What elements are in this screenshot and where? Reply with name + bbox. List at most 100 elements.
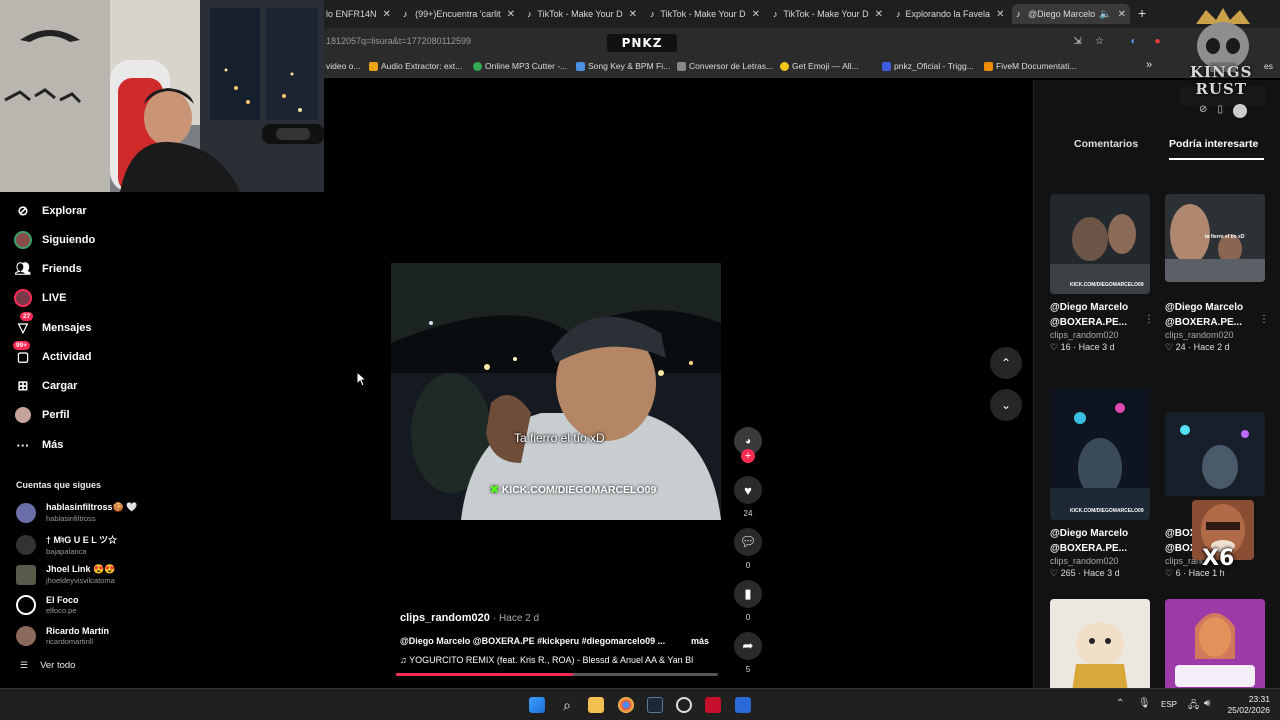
obs-icon[interactable] bbox=[676, 697, 692, 713]
multiplier-text: X6 bbox=[1202, 546, 1235, 571]
more-button[interactable]: más bbox=[691, 636, 709, 646]
app-icon[interactable] bbox=[705, 697, 721, 713]
bookmark-favicon-icon bbox=[369, 61, 378, 71]
tab-comentarios[interactable]: Comentarios bbox=[1074, 138, 1138, 150]
tab-2[interactable]: ♪ (99+)Encuentra 'carlit ✕ bbox=[403, 4, 515, 24]
chrome-icon[interactable] bbox=[618, 697, 634, 713]
bookmark-item[interactable]: Song Key & BPM Fi... bbox=[576, 61, 670, 71]
bookmark-item[interactable]: FiveM Documentati... bbox=[984, 61, 1076, 71]
account-handle: elfoco.pe bbox=[46, 606, 77, 615]
follow-plus-icon[interactable]: + bbox=[741, 449, 755, 463]
nav-cargar[interactable]: ⊞ Cargar bbox=[14, 377, 78, 395]
bookmark-item[interactable]: pnkz_Oficial - Trigg... bbox=[882, 61, 974, 71]
extension-record-icon[interactable]: ● bbox=[1152, 36, 1163, 47]
activity-badge: 99+ bbox=[13, 341, 31, 350]
profile-avatar[interactable] bbox=[1232, 104, 1247, 118]
previous-video-button[interactable]: ⌃ bbox=[990, 347, 1022, 379]
system-clock[interactable]: 23:31 25/02/2026 bbox=[1227, 694, 1270, 716]
bookmark-star-icon[interactable]: ☆ bbox=[1094, 36, 1105, 47]
recommended-video-card[interactable] bbox=[1050, 599, 1150, 692]
install-icon[interactable]: ⇲ bbox=[1072, 36, 1083, 47]
nav-live[interactable]: LIVE bbox=[14, 289, 66, 307]
tab-podria-interesarte[interactable]: Podría interesarte bbox=[1169, 138, 1258, 150]
see-all-button[interactable]: ☰ Ver todo bbox=[20, 660, 75, 671]
followed-account[interactable]: Ricardo Martín ricardomartinll bbox=[16, 626, 109, 646]
tiktok-icon: ♪ bbox=[773, 8, 778, 19]
live-icon bbox=[14, 289, 32, 307]
close-tab-icon[interactable]: ✕ bbox=[383, 9, 391, 20]
bookmark-item[interactable]: Conversor de Letras... bbox=[677, 61, 773, 71]
nav-explorar[interactable]: ⊘ Explorar bbox=[14, 202, 87, 220]
music-title[interactable]: ♫ YOGURCITO REMIX (feat. Kris R., ROA) -… bbox=[400, 655, 712, 665]
tab-3[interactable]: ♪ TikTok - Make Your D ✕ bbox=[527, 4, 637, 24]
tab-5[interactable]: ♪ TikTok - Make Your D ✕ bbox=[773, 4, 883, 24]
video-progress-bar[interactable] bbox=[396, 673, 718, 676]
like-button[interactable]: ♥ 24 bbox=[734, 476, 762, 518]
bookmark-item[interactable]: Online MP3 Cutter -... bbox=[473, 61, 567, 71]
nav-perfil[interactable]: Perfil bbox=[14, 406, 70, 424]
video-thumbnail bbox=[1165, 599, 1265, 692]
recommended-video-card[interactable]: KICK.COM/DIEGOMARCELO09 @Diego Marcelo @B… bbox=[1050, 388, 1150, 579]
microphone-icon[interactable]: 🎙︎ bbox=[1138, 698, 1151, 709]
messages-badge: 27 bbox=[20, 312, 34, 321]
thumbnail-caption: ta fierro el tío xD bbox=[1205, 234, 1245, 240]
activity-icon: ▢ 99+ bbox=[13, 341, 32, 366]
tab-active[interactable]: ♪ @Diego Marcelo 🔈 ✕ bbox=[1012, 4, 1130, 24]
tab-4[interactable]: ♪ TikTok - Make Your D ✕ bbox=[650, 4, 760, 24]
creator-avatar-button[interactable]: ◕ + bbox=[734, 427, 762, 463]
bookmark-item[interactable]: video o... bbox=[326, 61, 361, 71]
followed-account[interactable]: † M♮G U E L ツ☆ bajapalanca bbox=[16, 533, 117, 556]
tray-chevron-icon[interactable]: ⌃ bbox=[1116, 698, 1124, 709]
search-icon[interactable]: ⌕ bbox=[559, 697, 575, 713]
network-icon[interactable]: 🖧︎ bbox=[1188, 698, 1199, 715]
close-tab-icon[interactable]: ✕ bbox=[752, 9, 760, 20]
followed-account[interactable]: hablasinfiltross🍪 🤍 hablasinfiltross bbox=[16, 502, 137, 523]
file-explorer-icon[interactable] bbox=[588, 697, 604, 713]
followed-account[interactable]: Jhoel Link 😍😍 jhoeldeyvisvilcatoma bbox=[16, 564, 115, 585]
see-all-label: Ver todo bbox=[40, 660, 76, 671]
tab-1[interactable]: lo ENFR14N ✕ bbox=[326, 4, 394, 24]
extension-icon[interactable]: ◐ bbox=[1128, 36, 1139, 47]
followed-account[interactable]: El Foco elfoco.pe bbox=[16, 595, 79, 615]
compass-small-icon[interactable]: ⊘ bbox=[1199, 104, 1207, 120]
video-author[interactable]: clips_random020 · Hace 2 d bbox=[400, 612, 539, 624]
close-tab-icon[interactable]: ✕ bbox=[507, 9, 515, 20]
url-text[interactable]: 1812057q=lisura&t=1772080112599 bbox=[326, 36, 471, 46]
speaker-icon[interactable]: 🔈 bbox=[1099, 9, 1111, 20]
save-button[interactable]: ▮ 0 bbox=[734, 580, 762, 622]
nav-mensajes[interactable]: ▽ 27 Mensajes bbox=[14, 312, 92, 337]
volume-icon[interactable]: 🔊︎ bbox=[1204, 698, 1210, 709]
account-name: † M♮G U E L ツ☆ bbox=[46, 535, 118, 545]
share-button[interactable]: ➦ 5 bbox=[734, 632, 762, 674]
language-indicator[interactable]: ESP bbox=[1161, 700, 1177, 709]
more-options-icon[interactable]: ⋮ bbox=[1144, 314, 1154, 325]
close-tab-icon[interactable]: ✕ bbox=[1118, 9, 1126, 20]
bookmark-item[interactable]: Get Emoji — All... bbox=[780, 61, 859, 71]
close-tab-icon[interactable]: ✕ bbox=[629, 9, 637, 20]
comment-button[interactable]: 💬︎ 0 bbox=[734, 528, 762, 570]
recommended-video-card[interactable] bbox=[1165, 599, 1265, 692]
tab-6[interactable]: ♪ Explorando la Favela ✕ bbox=[896, 4, 1004, 24]
new-tab-button[interactable]: + bbox=[1138, 5, 1146, 21]
close-tab-icon[interactable]: ✕ bbox=[875, 9, 883, 20]
bookmarks-overflow-button[interactable]: » bbox=[1146, 59, 1152, 71]
more-options-icon[interactable]: ⋮ bbox=[1259, 314, 1269, 325]
nav-siguiendo[interactable]: Siguiendo bbox=[14, 231, 95, 249]
thumbnail-image bbox=[1050, 599, 1150, 692]
bookmark-item[interactable]: Audio Extractor: ext... bbox=[369, 61, 462, 71]
address-bar: 1812057q=lisura&t=1772080112599 PNKZ ⇲ ☆… bbox=[324, 28, 1280, 56]
close-tab-icon[interactable]: ✕ bbox=[996, 9, 1004, 20]
calculator-icon[interactable] bbox=[735, 697, 751, 713]
next-video-button[interactable]: ⌄ bbox=[990, 389, 1022, 421]
windows-start-icon[interactable] bbox=[529, 697, 545, 713]
nav-friends[interactable]: 👥︎ Friends bbox=[14, 260, 82, 278]
steam-icon[interactable] bbox=[647, 697, 663, 713]
phone-icon[interactable]: ▯ bbox=[1217, 104, 1223, 120]
avatar bbox=[16, 595, 36, 615]
nav-actividad[interactable]: ▢ 99+ Actividad bbox=[13, 341, 92, 366]
video-player[interactable]: Ta fierro el tío xD ✖ KICK.COM/DIEGOMARC… bbox=[391, 263, 721, 520]
nav-mas[interactable]: ··· Más bbox=[14, 436, 64, 454]
card-stats: ♡ 265 · Hace 3 d bbox=[1050, 568, 1120, 578]
recommended-video-card[interactable]: KICK.COM/DIEGOMARCELO09 ⋮ @Diego Marcelo… bbox=[1050, 194, 1154, 353]
recommended-video-card[interactable]: ta fierro el tío xD ⋮ @Diego Marcelo @BOX… bbox=[1165, 194, 1269, 353]
